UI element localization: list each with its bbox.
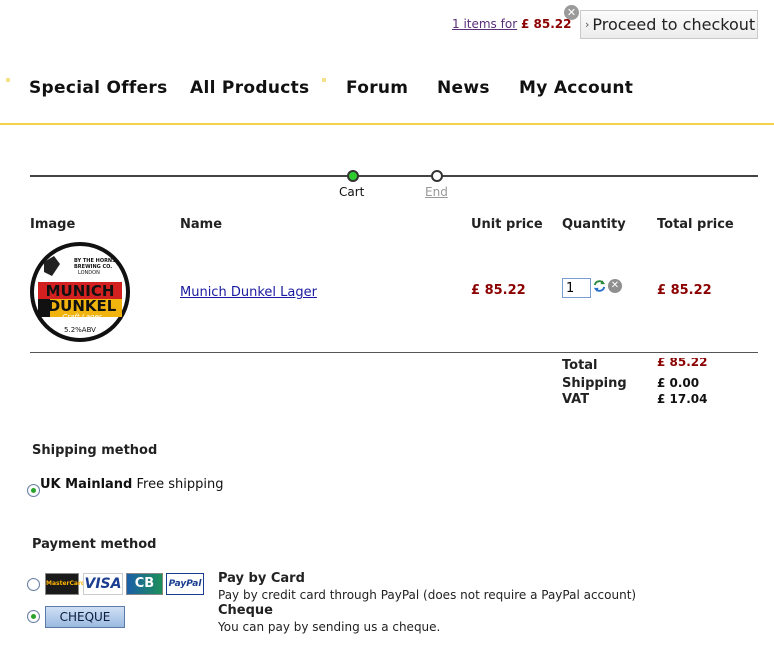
- cheque-desc: You can pay by sending us a cheque.: [218, 620, 441, 634]
- step-end-marker: [431, 170, 443, 182]
- product-name-link[interactable]: Munich Dunkel Lager: [180, 285, 317, 300]
- shipping-option-name: UK Mainland: [40, 477, 133, 492]
- mastercard-logo[interactable]: MasterCard: [45, 573, 85, 595]
- totals-panel: Total £ 85.22 Shipping £ 0.00 VAT £ 17.0…: [550, 358, 770, 404]
- chevron-right-icon: ›: [585, 18, 590, 31]
- pay-by-cheque-radio[interactable]: [27, 610, 40, 623]
- shipping-uk-mainland-radio[interactable]: [27, 484, 40, 497]
- cb-logo[interactable]: CB: [126, 573, 163, 595]
- cart-items-link[interactable]: 1 items for: [452, 17, 517, 31]
- pay-by-card-radio[interactable]: [27, 578, 40, 591]
- column-header-quantity: Quantity: [562, 217, 626, 232]
- main-nav: Special Offers All Products Forum News M…: [0, 75, 774, 125]
- product-image[interactable]: BY THE HORNS BREWING CO. LONDON MUNICH D…: [30, 242, 130, 342]
- visa-logo[interactable]: VISA: [83, 573, 123, 595]
- payment-method-title: Payment method: [32, 537, 157, 552]
- cheque-title: Cheque: [218, 603, 273, 618]
- step-end-label[interactable]: End: [425, 185, 448, 199]
- step-cart-label: Cart: [339, 185, 365, 199]
- shipping-option: UK Mainland Free shipping: [40, 477, 223, 492]
- image-brand-line3: LONDON: [78, 270, 100, 276]
- nav-separator: [322, 78, 326, 82]
- column-header-name: Name: [180, 217, 223, 232]
- cart-amount: £ 85.22: [520, 17, 572, 31]
- column-header-image: Image: [30, 217, 76, 232]
- column-header-total-price: Total price: [657, 217, 734, 232]
- table-divider: [30, 352, 758, 353]
- column-header-unit-price: Unit price: [471, 217, 543, 232]
- cheque-button[interactable]: CHEQUE: [45, 606, 125, 628]
- shipping-option-desc: Free shipping: [136, 477, 224, 492]
- image-subtitle: Craft Lager: [62, 313, 102, 321]
- step-cart-marker: [347, 170, 359, 182]
- nav-item-news[interactable]: News: [437, 78, 490, 98]
- remove-item-icon[interactable]: ✕: [608, 279, 622, 293]
- cart-summary: 1 items for £ 85.22: [452, 17, 571, 31]
- shipping-value: £ 0.00: [657, 376, 700, 390]
- close-icon[interactable]: ✕: [564, 5, 579, 20]
- quantity-input[interactable]: [562, 278, 591, 298]
- total-label: Total: [562, 358, 598, 373]
- nav-item-all-products[interactable]: All Products: [190, 78, 309, 98]
- shipping-method-title: Shipping method: [32, 443, 158, 458]
- refresh-icon[interactable]: [592, 278, 607, 294]
- vat-label: VAT: [562, 392, 590, 404]
- nav-item-forum[interactable]: Forum: [346, 78, 408, 98]
- row-total-price: £ 85.22: [657, 283, 712, 298]
- vat-value: £ 17.04: [657, 392, 708, 404]
- shipping-label: Shipping: [562, 376, 627, 391]
- total-value: £ 85.22: [657, 358, 708, 369]
- nav-item-special-offers[interactable]: Special Offers: [29, 78, 168, 98]
- unit-price: £ 85.22: [471, 283, 526, 298]
- nav-item-my-account[interactable]: My Account: [519, 78, 633, 98]
- pay-by-card-desc: Pay by credit card through PayPal (does …: [218, 588, 637, 602]
- pay-by-card-title: Pay by Card: [218, 571, 305, 586]
- checkout-label: Proceed to checkout: [592, 15, 756, 34]
- proceed-to-checkout-button[interactable]: › Proceed to checkout: [580, 10, 758, 39]
- paypal-logo[interactable]: PayPal: [166, 573, 204, 595]
- image-abv: 5.2%ABV: [64, 326, 96, 334]
- checkout-progress-line: [30, 175, 758, 177]
- nav-separator: [6, 78, 10, 82]
